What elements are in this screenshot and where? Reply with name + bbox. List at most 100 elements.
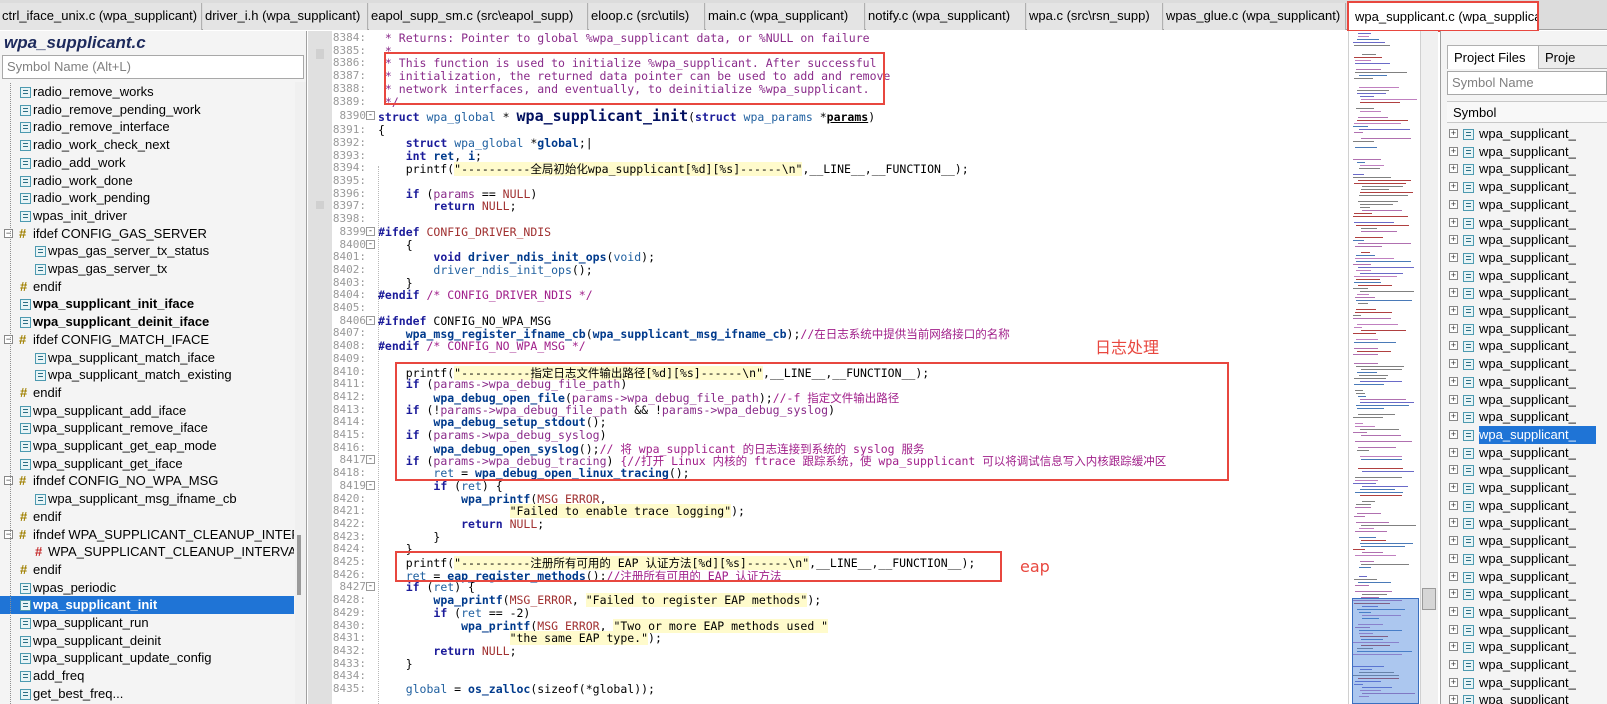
- fold-toggle-icon[interactable]: -: [366, 455, 375, 465]
- expand-toggle-icon[interactable]: +: [1449, 288, 1458, 298]
- project-symbol-item[interactable]: + wpa_supplicant_: [1447, 355, 1607, 373]
- project-symbol-item[interactable]: + wpa_supplicant_: [1447, 621, 1607, 639]
- project-symbol-item[interactable]: + wpa_supplicant_: [1447, 178, 1607, 196]
- symbol-list-item[interactable]: # − ifdef CONFIG_GAS_SERVER: [0, 225, 294, 243]
- project-symbol-item[interactable]: + wpa_supplicant_: [1447, 320, 1607, 338]
- project-symbol-item[interactable]: + wpa_supplicant_: [1447, 143, 1607, 161]
- expand-toggle-icon[interactable]: +: [1449, 500, 1458, 510]
- project-symbol-item[interactable]: + wpa_supplicant_: [1447, 267, 1607, 285]
- symbol-list-item[interactable]: wpa_supplicant_add_iface: [0, 402, 294, 420]
- project-symbol-item[interactable]: + wpa_supplicant_: [1447, 479, 1607, 497]
- fold-toggle-icon[interactable]: -: [366, 239, 375, 249]
- code-line[interactable]: return NULL;: [378, 199, 516, 213]
- project-symbol-item[interactable]: + wpa_supplicant_: [1447, 656, 1607, 674]
- symbol-list-item[interactable]: wpa_supplicant_get_iface: [0, 455, 294, 473]
- project-symbol-item[interactable]: + wpa_supplicant_: [1447, 160, 1607, 178]
- expand-toggle-icon[interactable]: +: [1449, 660, 1458, 669]
- project-symbol-item[interactable]: + wpa_supplicant_: [1447, 425, 1607, 444]
- symbol-list-item[interactable]: # endif: [0, 278, 294, 296]
- project-symbol-item[interactable]: + wpa_supplicant_: [1447, 550, 1607, 568]
- symbol-list-item[interactable]: # endif: [0, 561, 294, 579]
- file-tab[interactable]: wpa_supplicant.c (wpa_supplicant)×: [1347, 1, 1539, 32]
- file-tab[interactable]: main.c (wpa_supplicant): [706, 3, 865, 30]
- expand-toggle-icon[interactable]: +: [1449, 483, 1458, 492]
- expand-toggle-icon[interactable]: +: [1449, 306, 1458, 315]
- symbol-list-item[interactable]: wpa_supplicant_deinit: [0, 632, 294, 650]
- file-tab[interactable]: eloop.c (src\utils): [589, 3, 705, 30]
- project-symbol-item[interactable]: + wpa_supplicant_: [1447, 391, 1607, 409]
- project-symbol-item[interactable]: + wpa_supplicant_: [1447, 196, 1607, 214]
- expand-toggle-icon[interactable]: +: [1449, 447, 1458, 457]
- symbol-list-item[interactable]: wpa_supplicant_remove_iface: [0, 419, 294, 437]
- symbol-list-item[interactable]: wpa_supplicant_init_iface: [0, 295, 294, 313]
- file-tab[interactable]: driver_i.h (wpa_supplicant): [203, 3, 368, 30]
- symbol-list-item[interactable]: wpa_supplicant_deinit_iface: [0, 313, 294, 331]
- symbol-list-item[interactable]: add_freq: [0, 667, 294, 685]
- expand-toggle-icon[interactable]: +: [1449, 217, 1458, 227]
- expand-toggle-icon[interactable]: +: [1449, 642, 1458, 652]
- fold-toggle-icon[interactable]: -: [366, 111, 375, 121]
- expand-toggle-icon[interactable]: +: [1449, 553, 1458, 563]
- project-symbol-item[interactable]: + wpa_supplicant_: [1447, 461, 1607, 479]
- project-symbol-item[interactable]: + wpa_supplicant_: [1447, 674, 1607, 692]
- expand-toggle-icon[interactable]: +: [1449, 129, 1458, 138]
- symbol-list-item[interactable]: wpa_supplicant_get_eap_mode: [0, 437, 294, 455]
- expand-toggle-icon[interactable]: +: [1449, 465, 1458, 475]
- expand-toggle-icon[interactable]: +: [1449, 536, 1458, 546]
- expand-toggle-icon[interactable]: +: [1449, 571, 1458, 581]
- file-tab[interactable]: wpa.c (src\rsn_supp): [1027, 3, 1163, 30]
- fold-toggle-icon[interactable]: -: [366, 226, 375, 236]
- symbol-list-item[interactable]: wpas_periodic: [0, 579, 294, 597]
- project-symbol-item[interactable]: + wpa_supplicant_: [1447, 532, 1607, 550]
- symbol-list-item[interactable]: # − ifdef CONFIG_MATCH_IFACE: [0, 331, 294, 349]
- symbol-list-item[interactable]: # WPA_SUPPLICANT_CLEANUP_INTERVAL: [0, 543, 294, 561]
- expand-toggle-icon[interactable]: +: [1449, 624, 1458, 634]
- symbol-list-item[interactable]: radio_add_work: [0, 154, 294, 172]
- symbol-list-item[interactable]: get_best_freq...: [0, 685, 294, 703]
- project-symbol-item[interactable]: + wpa_supplicant_: [1447, 408, 1607, 426]
- project-symbol-item[interactable]: + wpa_supplicant_: [1447, 302, 1607, 320]
- project-symbol-item[interactable]: + wpa_supplicant_: [1447, 231, 1607, 249]
- symbol-list-item[interactable]: wpa_supplicant_update_config: [0, 649, 294, 667]
- project-symbol-item[interactable]: + wpa_supplicant_: [1447, 214, 1607, 232]
- symbol-list-item[interactable]: radio_work_check_next: [0, 136, 294, 154]
- symbol-list-item[interactable]: wpas_gas_server_tx_status: [0, 242, 294, 260]
- project-symbol-item[interactable]: + wpa_supplicant_: [1447, 444, 1607, 462]
- expand-toggle-icon[interactable]: +: [1449, 695, 1458, 704]
- symbol-list-item[interactable]: radio_remove_pending_work: [0, 101, 294, 119]
- fold-toggle-icon[interactable]: -: [366, 582, 375, 592]
- expand-toggle-icon[interactable]: +: [1449, 606, 1458, 616]
- file-tab[interactable]: eapol_supp_sm.c (src\eapol_supp): [369, 3, 588, 30]
- symbol-list-item[interactable]: # − ifndef CONFIG_NO_WPA_MSG: [0, 472, 294, 490]
- expand-toggle-icon[interactable]: +: [1449, 518, 1458, 528]
- expand-toggle-icon[interactable]: +: [1449, 164, 1458, 174]
- symbol-column-header[interactable]: Symbol: [1447, 101, 1607, 123]
- code-line[interactable]: printf("----------全局初始化wpa_supplicant[%d…: [378, 161, 969, 177]
- symbol-list-item[interactable]: radio_work_done: [0, 172, 294, 190]
- collapse-toggle-icon[interactable]: −: [4, 476, 13, 486]
- editor-scroll-thumb[interactable]: [1422, 588, 1436, 610]
- symbol-list-item[interactable]: wpas_init_driver: [0, 207, 294, 225]
- symbol-list-scroll-thumb[interactable]: [297, 535, 301, 595]
- expand-toggle-icon[interactable]: +: [1449, 677, 1458, 687]
- tab-project-files[interactable]: Project Files: [1447, 45, 1539, 69]
- file-tab[interactable]: ctrl_iface_unix.c (wpa_supplicant): [0, 3, 202, 30]
- file-tab[interactable]: wpas_glue.c (wpa_supplicant): [1164, 3, 1346, 30]
- collapse-toggle-icon[interactable]: −: [4, 228, 13, 238]
- symbol-list-item[interactable]: # − ifndef WPA_SUPPLICANT_CLEANUP_INTERVA: [0, 526, 294, 544]
- project-symbol-item[interactable]: + wpa_supplicant_: [1447, 284, 1607, 302]
- code-line[interactable]: struct wpa_global * wpa_supplicant_init(…: [378, 107, 875, 125]
- project-symbol-search-input[interactable]: Symbol Name: [1447, 71, 1607, 95]
- code-line[interactable]: #endif /* CONFIG_DRIVER_NDIS */: [378, 288, 593, 302]
- project-symbol-item[interactable]: + wpa_supplicant_: [1447, 337, 1607, 355]
- collapse-toggle-icon[interactable]: −: [4, 529, 13, 539]
- project-symbol-item[interactable]: + wpa_supplicant_: [1447, 638, 1607, 656]
- project-symbol-item[interactable]: + wpa_supplicant_: [1447, 603, 1607, 621]
- expand-toggle-icon[interactable]: +: [1449, 589, 1458, 599]
- symbol-list-item[interactable]: radio_work_pending: [0, 189, 294, 207]
- project-symbol-item[interactable]: + wpa_supplicant_: [1447, 691, 1607, 704]
- symbol-search-input[interactable]: Symbol Name (Alt+L): [2, 55, 304, 79]
- symbol-list-item[interactable]: radio_remove_interface: [0, 118, 294, 136]
- code-line[interactable]: #endif /* CONFIG_NO_WPA_MSG */: [378, 339, 586, 353]
- expand-toggle-icon[interactable]: +: [1449, 252, 1458, 262]
